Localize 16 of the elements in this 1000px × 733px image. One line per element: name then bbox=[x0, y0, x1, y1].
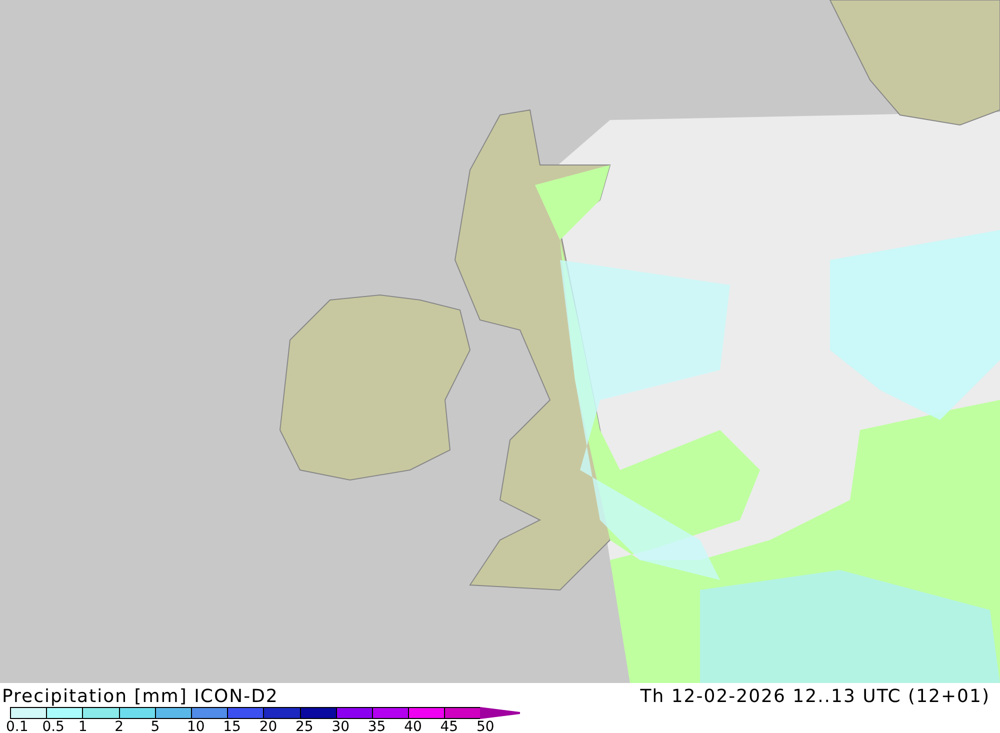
legend-label: 15 bbox=[223, 719, 241, 733]
legend-label: 10 bbox=[186, 719, 205, 733]
legend-label: 2 bbox=[114, 719, 124, 733]
legend-label: 0.5 bbox=[42, 719, 64, 733]
legend-label: 35 bbox=[368, 719, 386, 733]
legend-label: 5 bbox=[150, 719, 160, 733]
legend-label: 1 bbox=[78, 719, 88, 733]
legend-label: 40 bbox=[404, 719, 422, 733]
legend-label: 50 bbox=[476, 719, 494, 733]
valid-time: Th 12-02-2026 12..13 UTC (12+01) bbox=[640, 686, 990, 706]
legend-label: 45 bbox=[440, 719, 458, 733]
legend-label: 30 bbox=[332, 719, 350, 733]
legend-label: 0.1 bbox=[6, 719, 28, 733]
legend-label: 20 bbox=[259, 719, 278, 733]
map-title: Precipitation [mm] ICON-D2 bbox=[2, 686, 278, 706]
legend-label: 25 bbox=[296, 719, 314, 733]
